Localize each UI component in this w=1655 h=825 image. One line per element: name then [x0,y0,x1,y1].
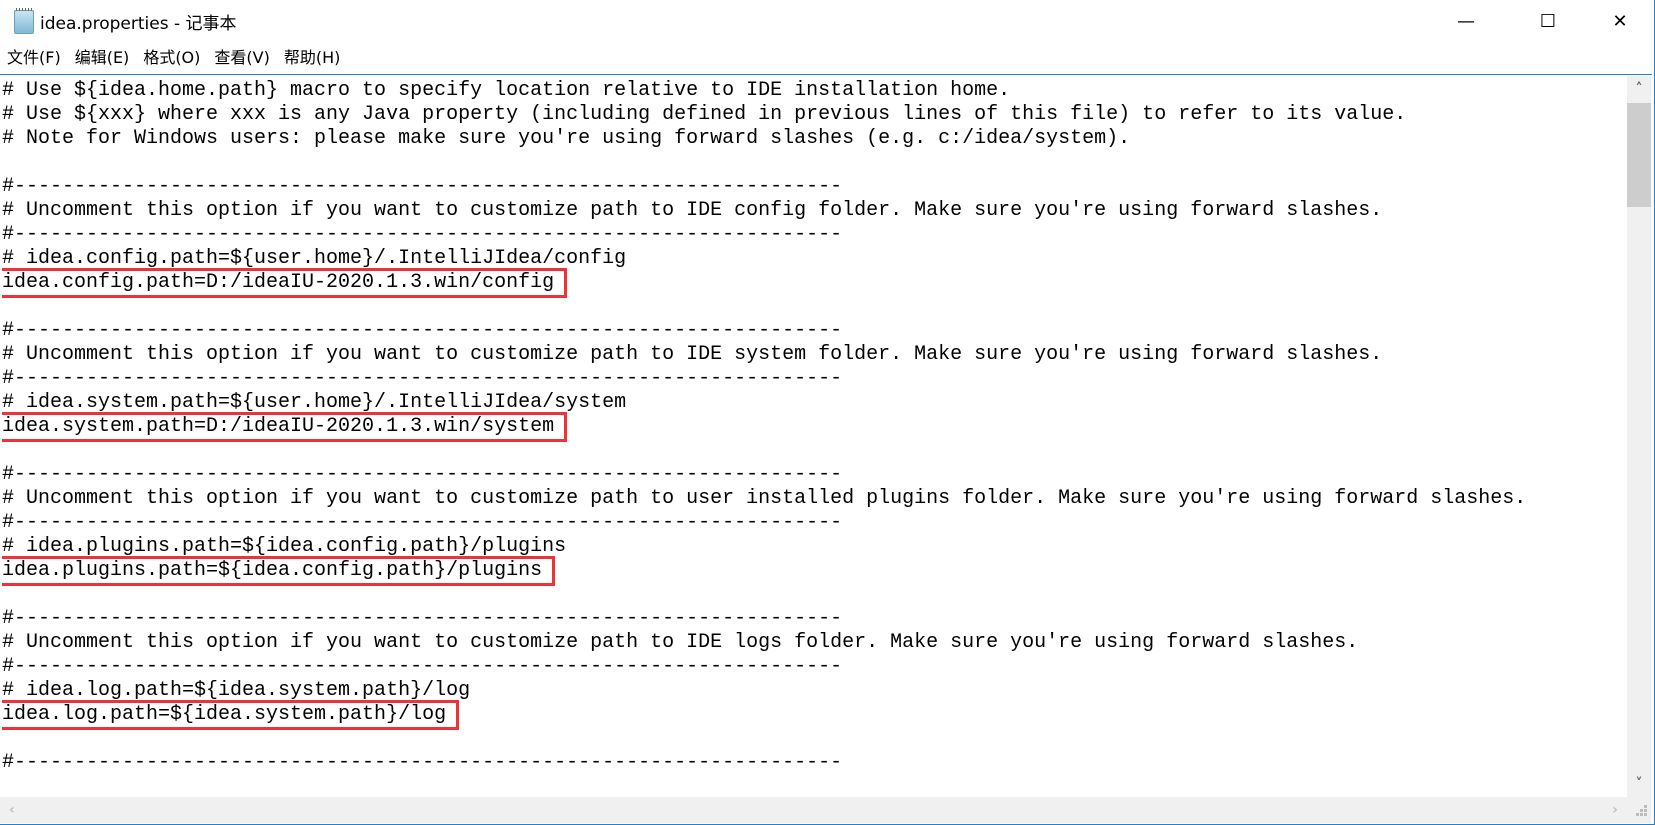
text-line: # Use ${xxx} where xxx is any Java prope… [2,103,1622,127]
vertical-scroll-thumb[interactable] [1627,103,1651,207]
text-line: # idea.config.path=${user.home}/.Intelli… [2,247,1622,271]
line-text: # Uncomment this option if you want to c… [2,343,1383,366]
close-icon: ✕ [1612,10,1628,32]
line-text: #---------------------------------------… [2,511,843,534]
minimize-button[interactable]: — [1435,0,1497,42]
line-text: #---------------------------------------… [2,751,843,774]
text-line [2,295,1622,319]
line-text: #---------------------------------------… [2,319,843,342]
text-line: # Uncomment this option if you want to c… [2,199,1622,223]
text-line: # Uncomment this option if you want to c… [2,343,1622,367]
scroll-left-icon[interactable]: ‹ [0,797,24,823]
text-line: #---------------------------------------… [2,655,1622,679]
menu-edit[interactable]: 编辑(E) [68,44,137,72]
text-line: idea.config.path=D:/ideaIU-2020.1.3.win/… [2,268,1622,298]
editor-text-area[interactable]: # Use ${idea.home.path} macro to specify… [2,79,1622,797]
text-line: #---------------------------------------… [2,607,1622,631]
scroll-up-icon[interactable]: ˄ [1627,76,1651,102]
line-text: # idea.system.path=${user.home}/.Intelli… [2,391,627,414]
text-line: # Use ${idea.home.path} macro to specify… [2,79,1622,103]
line-text: # idea.config.path=${user.home}/.Intelli… [2,247,627,270]
text-line [2,439,1622,463]
window-title: idea.properties - 记事本 [40,14,237,34]
text-line: #---------------------------------------… [2,367,1622,391]
line-text: # Uncomment this option if you want to c… [2,631,1359,654]
menu-help[interactable]: 帮助(H) [277,44,348,72]
scroll-right-icon[interactable]: › [1603,797,1627,823]
text-line: #---------------------------------------… [2,511,1622,535]
menu-view[interactable]: 查看(V) [207,44,276,72]
text-line: #---------------------------------------… [2,319,1622,343]
text-line: #---------------------------------------… [2,223,1622,247]
line-text: # Use ${idea.home.path} macro to specify… [2,79,1011,102]
maximize-button[interactable]: ☐ [1517,0,1579,42]
text-line: #---------------------------------------… [2,751,1622,775]
text-line: #---------------------------------------… [2,175,1622,199]
line-text: #---------------------------------------… [2,175,843,198]
line-text: # Uncomment this option if you want to c… [2,487,1527,510]
highlighted-setting-line: idea.system.path=D:/ideaIU-2020.1.3.win/… [2,412,568,442]
text-line: #---------------------------------------… [2,463,1622,487]
scroll-down-icon[interactable]: ˅ [1627,771,1651,797]
line-text: #---------------------------------------… [2,463,843,486]
line-text: #---------------------------------------… [2,655,843,678]
maximize-icon: ☐ [1539,10,1557,32]
menu-format[interactable]: 格式(O) [136,44,207,72]
title-bar[interactable]: idea.properties - 记事本 — ☐ ✕ [0,0,1654,42]
text-line: # idea.plugins.path=${idea.config.path}/… [2,535,1622,559]
highlighted-setting-line: idea.log.path=${idea.system.path}/log [2,700,460,730]
line-text: # Uncomment this option if you want to c… [2,199,1383,222]
menu-bar: 文件(F) 编辑(E) 格式(O) 查看(V) 帮助(H) [0,44,347,72]
highlighted-setting-line: idea.plugins.path=${idea.config.path}/pl… [2,556,556,586]
text-line: # idea.system.path=${user.home}/.Intelli… [2,391,1622,415]
line-text: #---------------------------------------… [2,607,843,630]
line-text: # idea.plugins.path=${idea.config.path}/… [2,535,567,558]
horizontal-scrollbar[interactable]: ‹ › [0,797,1627,823]
text-line [2,583,1622,607]
text-line [2,151,1622,175]
vertical-scrollbar[interactable]: ˄ ˅ [1627,76,1651,797]
text-line: # idea.log.path=${idea.system.path}/log [2,679,1622,703]
line-text: #---------------------------------------… [2,367,843,390]
minimize-icon: — [1457,10,1475,32]
notepad-icon [14,8,34,34]
close-button[interactable]: ✕ [1589,0,1651,42]
line-text: # idea.log.path=${idea.system.path}/log [2,679,471,702]
text-line: # Note for Windows users: please make su… [2,127,1622,151]
text-line: idea.log.path=${idea.system.path}/log [2,700,1622,730]
highlighted-setting-line: idea.config.path=D:/ideaIU-2020.1.3.win/… [2,268,568,298]
menu-file[interactable]: 文件(F) [0,44,68,72]
resize-grip-icon[interactable] [1627,797,1651,823]
line-text: # Note for Windows users: please make su… [2,127,1131,150]
text-editor[interactable]: # Use ${idea.home.path} macro to specify… [0,74,1652,823]
text-line: idea.plugins.path=${idea.config.path}/pl… [2,556,1622,586]
text-line: # Uncomment this option if you want to c… [2,631,1622,655]
line-text: #---------------------------------------… [2,223,843,246]
line-text: # Use ${xxx} where xxx is any Java prope… [2,103,1407,126]
notepad-window: idea.properties - 记事本 — ☐ ✕ 文件(F) 编辑(E) … [0,0,1655,825]
text-line: # Uncomment this option if you want to c… [2,487,1622,511]
text-line [2,727,1622,751]
text-line: idea.system.path=D:/ideaIU-2020.1.3.win/… [2,412,1622,442]
